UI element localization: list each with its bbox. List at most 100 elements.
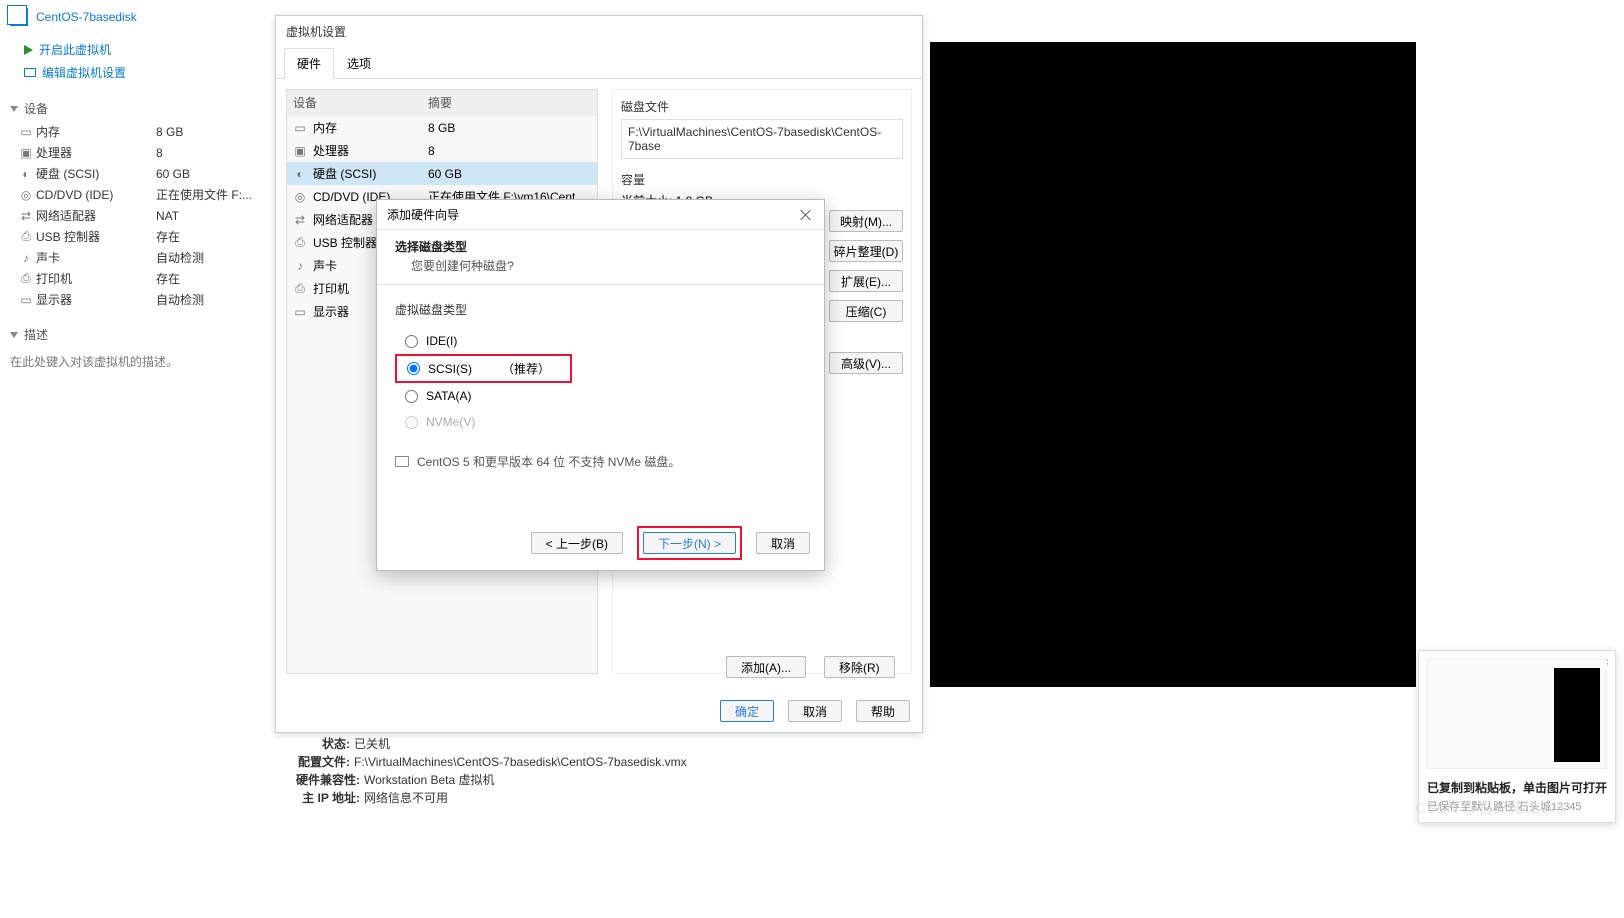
devices-section-header[interactable]: 设备 — [10, 100, 265, 117]
wizard-title: 添加硬件向导 — [387, 206, 459, 223]
hw-value: 8 — [156, 146, 163, 160]
radio-nvme: NVMe(V) — [395, 409, 806, 435]
radio-nvme-label: NVMe(V) — [426, 415, 475, 429]
device-name: 网络适配器 — [313, 211, 373, 228]
hardware-row[interactable]: ⎙USB 控制器存在 — [16, 226, 265, 247]
hardware-row[interactable]: ⇄网络适配器NAT — [16, 205, 265, 226]
tab-hardware[interactable]: 硬件 — [284, 48, 334, 79]
device-summary: 8 GB — [428, 121, 591, 135]
tab-options[interactable]: 选项 — [334, 48, 384, 79]
expand-button[interactable]: 扩展(E)... — [829, 270, 903, 292]
hw-icon: ▭ — [16, 125, 36, 139]
next-highlight-box: 下一步(N) > — [637, 526, 742, 560]
hw-value: 8 GB — [156, 125, 183, 139]
desc-placeholder[interactable]: 在此处键入对该虚拟机的描述。 — [10, 347, 265, 370]
hw-icon: ▭ — [16, 293, 36, 307]
clipboard-toast[interactable]: × 已复制到粘贴板，单击图片可打开 已保存至默认路径 石头城12345 — [1418, 650, 1616, 823]
hw-name: 内存 — [36, 123, 156, 140]
status-compat-key: 硬件兼容性: — [286, 771, 360, 789]
add-hardware-wizard: 添加硬件向导 选择磁盘类型 您要创建何种磁盘? 虚拟磁盘类型 IDE(I) SC… — [376, 199, 825, 571]
radio-sata-input[interactable] — [405, 390, 418, 403]
device-icon: ◎ — [293, 190, 307, 204]
wizard-next-button[interactable]: 下一步(N) > — [643, 532, 736, 554]
device-icon: ▭ — [293, 121, 307, 135]
hw-value: 存在 — [156, 228, 180, 245]
chevron-down-icon — [10, 332, 18, 338]
add-device-button[interactable]: 添加(A)... — [726, 656, 806, 678]
hw-name: 显示器 — [36, 291, 156, 308]
remove-device-button[interactable]: 移除(R) — [824, 656, 895, 678]
device-name: USB 控制器 — [313, 234, 377, 251]
edit-vm-label: 编辑虚拟机设置 — [42, 64, 126, 81]
hw-icon: ◎ — [16, 188, 36, 202]
status-ip-val: 网络信息不可用 — [364, 789, 448, 807]
hardware-row[interactable]: ◐硬盘 (SCSI)60 GB — [16, 163, 265, 184]
scsi-recommended: （推荐） — [502, 360, 550, 377]
wizard-cancel-button[interactable]: 取消 — [756, 532, 810, 554]
vm-sidebar: CentOS-7basedisk 开启此虚拟机 编辑虚拟机设置 设备 ▭内存8 … — [0, 0, 275, 378]
col-device: 设备 — [293, 94, 428, 111]
toast-thumbnail[interactable] — [1427, 659, 1607, 769]
edit-vm-link[interactable]: 编辑虚拟机设置 — [10, 61, 265, 84]
map-button[interactable]: 映射(M)... — [829, 210, 903, 232]
vm-console-preview — [930, 42, 1416, 687]
compress-button[interactable]: 压缩(C) — [829, 300, 903, 322]
desc-section-header[interactable]: 描述 — [10, 326, 265, 343]
vm-title-text: CentOS-7basedisk — [36, 10, 137, 24]
hw-name: 打印机 — [36, 270, 156, 287]
nvme-info: CentOS 5 和更早版本 64 位 不支持 NVMe 磁盘。 — [395, 453, 806, 470]
start-vm-link[interactable]: 开启此虚拟机 — [10, 38, 265, 61]
hardware-list: ▭内存8 GB▣处理器8◐硬盘 (SCSI)60 GB◎CD/DVD (IDE)… — [10, 121, 265, 310]
hardware-row[interactable]: ▭内存8 GB — [16, 121, 265, 142]
radio-sata[interactable]: SATA(A) — [395, 383, 806, 409]
radio-ide-input[interactable] — [405, 335, 418, 348]
device-name: 内存 — [313, 119, 337, 136]
status-state-key: 状态: — [286, 735, 350, 753]
wizard-back-button[interactable]: < 上一步(B) — [531, 532, 623, 554]
status-compat-val: Workstation Beta 虚拟机 — [364, 771, 495, 789]
defrag-button[interactable]: 碎片整理(D) — [829, 240, 903, 262]
info-icon — [395, 456, 409, 467]
desc-label: 描述 — [24, 326, 48, 343]
toast-title: 已复制到粘贴板，单击图片可打开 — [1427, 779, 1607, 796]
device-row[interactable]: ◐硬盘 (SCSI)60 GB — [287, 162, 597, 185]
device-name: 处理器 — [313, 142, 349, 159]
hw-icon: ⎙ — [16, 271, 36, 286]
col-summary: 摘要 — [428, 94, 452, 111]
device-summary: 8 — [428, 144, 591, 158]
radio-sata-label: SATA(A) — [426, 389, 472, 403]
hw-icon: ⎙ — [16, 229, 36, 244]
radio-ide[interactable]: IDE(I) — [395, 328, 806, 354]
disk-file-value: F:\VirtualMachines\CentOS-7basedisk\Cent… — [621, 119, 903, 159]
hw-value: 60 GB — [156, 167, 190, 181]
advanced-button[interactable]: 高级(V)... — [829, 352, 903, 374]
device-row[interactable]: ▣处理器8 — [287, 139, 597, 162]
hardware-row[interactable]: ♪声卡自动检测 — [16, 247, 265, 268]
radio-scsi-input[interactable] — [407, 362, 420, 375]
play-icon — [24, 45, 33, 55]
hw-name: 声卡 — [36, 249, 156, 266]
radio-scsi-label: SCSI(S) — [428, 362, 472, 376]
device-row[interactable]: ▭ 内存 8 GB — [287, 116, 597, 139]
ok-button[interactable]: 确定 — [720, 700, 774, 722]
device-name: 打印机 — [313, 280, 349, 297]
status-ip-key: 主 IP 地址: — [286, 789, 360, 807]
hw-name: USB 控制器 — [36, 228, 156, 245]
hardware-row[interactable]: ▭显示器自动检测 — [16, 289, 265, 310]
device-name: 硬盘 (SCSI) — [313, 165, 376, 182]
hw-name: 硬盘 (SCSI) — [36, 165, 156, 182]
device-icon: ▭ — [293, 305, 307, 319]
devices-label: 设备 — [24, 100, 48, 117]
capacity-label: 容量 — [621, 171, 903, 188]
hardware-row[interactable]: ▣处理器8 — [16, 142, 265, 163]
help-button[interactable]: 帮助 — [856, 700, 910, 722]
hardware-row[interactable]: ◎CD/DVD (IDE)正在使用文件 F:... — [16, 184, 265, 205]
device-summary: 60 GB — [428, 167, 591, 181]
hardware-row[interactable]: ⎙打印机存在 — [16, 268, 265, 289]
radio-scsi[interactable]: SCSI(S) — [407, 362, 472, 376]
status-config-val: F:\VirtualMachines\CentOS-7basedisk\Cent… — [354, 753, 687, 771]
device-icon: ⇄ — [293, 213, 307, 227]
close-icon[interactable] — [798, 207, 814, 223]
cancel-button[interactable]: 取消 — [788, 700, 842, 722]
settings-title: 虚拟机设置 — [276, 16, 922, 47]
